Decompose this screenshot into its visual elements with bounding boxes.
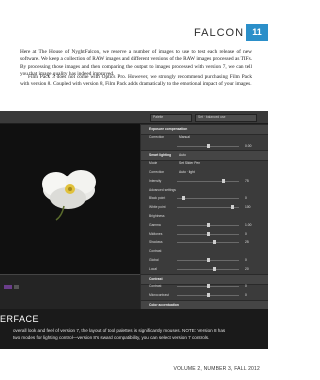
filmstrip [0,274,140,309]
slider-knob [206,293,210,298]
panel-row: Mode Set Slider Pen [141,159,268,168]
panel-row-label: Correction [149,170,165,174]
slider-track [177,198,239,200]
slider-track [177,207,239,209]
panel-section-header: Color accentuation [141,300,268,309]
panel-row-value: 0 [245,231,247,236]
panel-row-value: 0 [245,258,247,262]
panel-row-label: Midtones [149,231,163,236]
panel-row-label: Global [149,258,159,262]
panel-row: Intensity 75 [141,177,268,186]
preset-dropdown: Set · balanced use [195,114,257,122]
panel-row-value: 20 [245,266,249,271]
panel-row-label: Black point [149,196,166,201]
panel-row: Black point 0 [141,194,268,203]
panel-row: Brightness [141,212,268,221]
panel-row-value: 0.00 [245,143,252,148]
page-number-badge: 11 [246,24,268,41]
caption-text: overall look and feel of version 7, the … [13,328,226,340]
panel-row: White point 100 [141,203,268,212]
slider-knob [231,205,235,210]
panel-row-label: Shadows [149,240,163,245]
panel-row-label: Advanced settings [149,187,176,192]
slider-track [177,180,239,182]
panel-row-label: Gamma [149,222,161,227]
slider-knob [206,258,210,262]
slider-knob [181,196,185,201]
panel-row: Contrast 0 [141,282,268,291]
panel-row-label: Color accentuation [149,303,179,307]
panel-row-label: Correction [149,134,165,139]
panel-row: Correction Auto · light [141,168,268,177]
panel-row-value: 0 [245,293,247,298]
panel-row-value: 100 [245,205,251,210]
panel-row-label: Mode [149,161,158,166]
panel-row-value: 0 [245,196,247,201]
slider-knob [206,222,210,227]
panel-row-label: Local [149,266,157,271]
caption-heading: ERFACE [0,314,40,324]
slider-track [177,242,239,244]
panel-row-value: Set Slider Pen [179,161,201,166]
panel-row-value: Auto · light [179,170,195,174]
article-paragraph-2: Film Pack 3 does not come with Optics Pr… [20,74,252,88]
issue-footer: VOLUME 2, NUMBER 3, FALL 2012 [173,366,260,372]
magazine-title: FALCON [194,27,245,39]
panel-row-label: Intensity [149,178,162,183]
slider-knob [212,240,216,245]
palette-dropdown: Palette [150,114,192,122]
panel-row-label: Microcontrast [149,293,169,298]
panel-row: 0.00 [141,142,268,151]
panel-row-value: Auto [179,153,186,158]
panel-row: Global 0 [141,256,268,265]
slider-knob [222,178,225,183]
panel-row-value: Manual [179,134,190,139]
slider-track [177,268,239,270]
settings-panel: Exposure compensation Correction Manual 0.0… [141,124,268,309]
panel-row-label: Contrast [149,249,162,254]
panel-row-value: 25 [245,240,249,245]
panel-row: Midtones 0 [141,230,268,239]
white-flower-image [42,170,96,221]
panel-row-label: Smart lighting [149,153,172,158]
slider-knob [206,284,210,289]
slider-knob [212,266,216,271]
image-viewer [0,124,140,274]
panel-row: Local 20 [141,265,268,274]
panel-row: Shadows 25 [141,238,268,247]
panel-row: Advanced settings [141,186,268,195]
panel-row-value: 1.00 [245,222,252,227]
panel-row: Microcontrast 0 [141,291,268,300]
panel-row-label: Brightness [149,214,165,218]
panel-row-label: Contrast [149,284,162,289]
screenshot-toolbar: Palette Set · balanced use [0,111,268,124]
panel-row-label: White point [149,205,166,210]
slider-knob [206,143,210,148]
slider-knob [206,231,210,236]
panel-row-label: Contrast [149,276,163,281]
panel-row-value: 0 [245,284,247,289]
panel-row-label: Exposure compensation [149,127,188,131]
panel-row: Gamma 1.00 [141,221,268,230]
software-screenshot: Palette Set · balanced use Exposure comp… [0,111,268,309]
panel-row: Contrast [141,247,268,256]
panel-row-value: 75 [245,178,249,183]
panel-row: Correction Manual [141,133,268,142]
